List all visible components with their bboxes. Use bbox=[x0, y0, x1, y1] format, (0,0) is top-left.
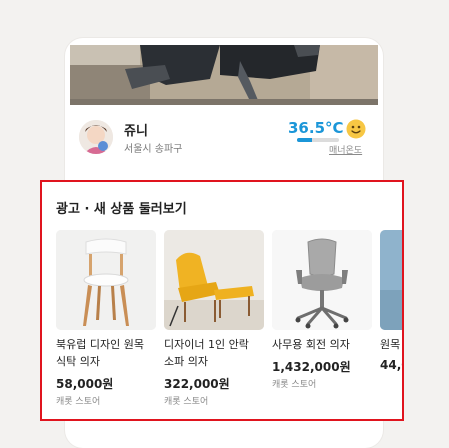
seller-location: 서울시 송파구 bbox=[124, 144, 183, 155]
product-name: 디자이너 1인 안락 소파 의자 bbox=[164, 338, 249, 368]
manner-temperature: 36.5°C bbox=[288, 119, 344, 137]
product-image-yellow-lounge-chair[interactable] bbox=[164, 230, 264, 330]
avatar[interactable] bbox=[79, 120, 113, 154]
product-card[interactable]: 사무용 회전 의자 1,432,000원 캐롯 스토어 bbox=[272, 230, 372, 390]
product-image-office-chair[interactable] bbox=[272, 230, 372, 330]
product-store: 캐롯 스토어 bbox=[56, 397, 101, 407]
ad-section: 광고 · 새 상품 둘러보기 북유럽 디자인 원목 식탁 의자 58,000원 … bbox=[40, 180, 404, 421]
manner-temperature-link[interactable]: 매너온도 bbox=[329, 143, 362, 156]
product-card[interactable]: 북유럽 디자인 원목 식탁 의자 58,000원 캐롯 스토어 bbox=[56, 230, 156, 407]
product-price: 322,000원 bbox=[164, 377, 230, 391]
product-name: 북유럽 디자인 원목 식탁 의자 bbox=[56, 338, 144, 368]
product-image-partial[interactable] bbox=[380, 230, 402, 330]
ad-section-title: 광고 · 새 상품 둘러보기 bbox=[56, 202, 187, 217]
product-store: 캐롯 스토어 bbox=[164, 397, 209, 407]
temperature-bar bbox=[297, 138, 339, 142]
product-name: 사무용 회전 의자 bbox=[272, 338, 350, 351]
product-store: 캐롯 스토어 bbox=[272, 380, 317, 390]
seller-name: 쥬니 bbox=[124, 124, 148, 139]
product-name: 원목 bbox=[380, 338, 401, 351]
smile-face-icon bbox=[346, 119, 366, 139]
product-price: 1,432,000원 bbox=[272, 360, 351, 374]
product-card[interactable]: 원목 44,0 bbox=[380, 230, 402, 372]
product-hero-image[interactable] bbox=[70, 45, 378, 105]
seller-profile[interactable]: 쥬니 서울시 송파구 36.5°C 매너온도 bbox=[65, 118, 383, 158]
temperature-bar-fill bbox=[297, 138, 313, 142]
product-price: 44,0 bbox=[380, 358, 402, 372]
product-card[interactable]: 디자이너 1인 안락 소파 의자 322,000원 캐롯 스토어 bbox=[164, 230, 264, 407]
product-price: 58,000원 bbox=[56, 377, 114, 391]
product-image-wooden-chair[interactable] bbox=[56, 230, 156, 330]
